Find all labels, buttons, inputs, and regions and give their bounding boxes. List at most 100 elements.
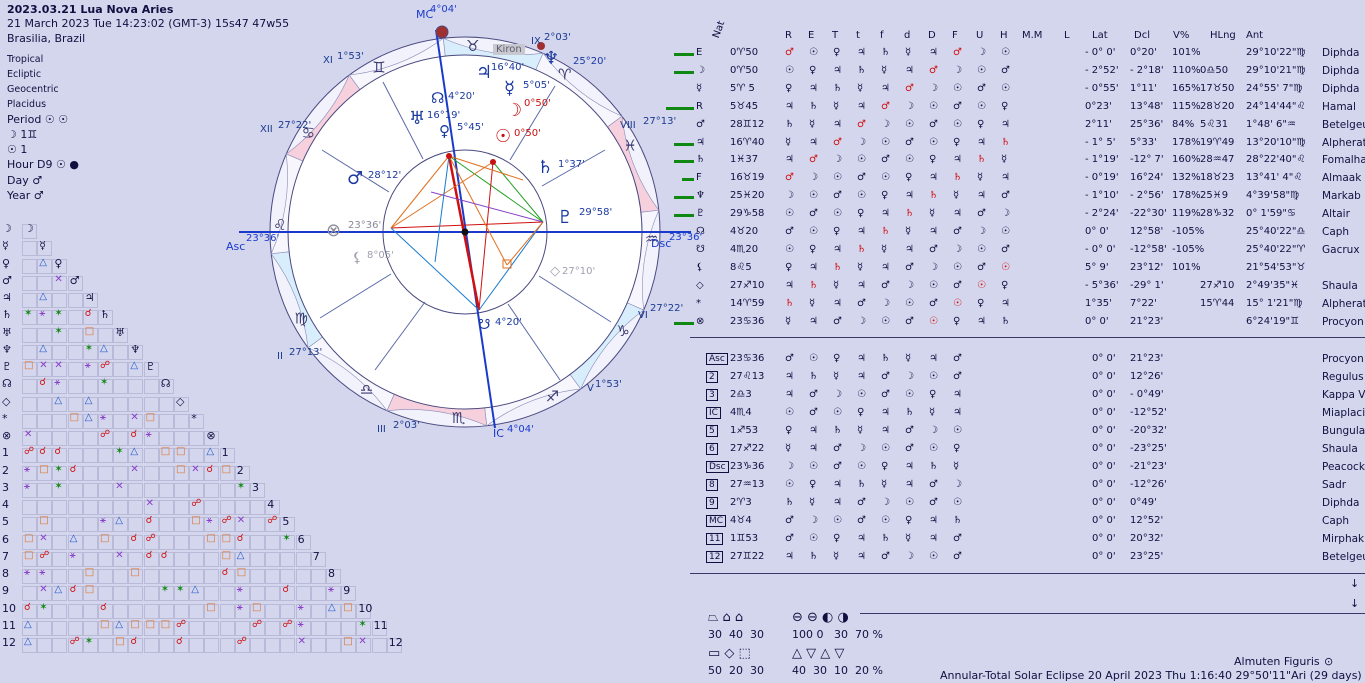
house-dignity-icon: ♃ [857,551,866,562]
scroll-down2-icon[interactable]: ↓ [1350,597,1359,610]
aspect-icon: △ [100,342,108,354]
strength-bar [674,142,694,146]
aspect-icon: ☌ [221,567,229,578]
planet-glyph-icon[interactable]: ♇ [557,207,573,228]
dignity-icon: ☿ [857,261,864,273]
grid-cell [310,569,326,584]
row-position: 4♏20 [730,243,759,255]
row-position: 5♈ 5 [730,82,755,94]
row-velocity: 119% [1172,208,1201,220]
grid-cell [310,620,326,636]
grid-cell [67,310,83,326]
house-dignity-icon: ☿ [905,533,912,544]
aspect-icon: ⚹ [206,515,213,527]
grid-cell [67,396,83,412]
planet-glyph-icon[interactable]: ☽ [506,100,522,121]
row-position: 1♓37 [730,154,759,166]
grid-diagonal-label: ☊ [160,377,171,391]
row-position: 0♈50 [730,47,759,58]
planet-glyph-icon[interactable]: ♆ [543,48,559,69]
grid-diagonal-label: ☿ [39,239,46,253]
table-header: Dcl [1134,30,1150,41]
dignity-icon: ☉ [953,297,962,309]
dignity-icon: ♀ [833,226,841,237]
row-declination: 16°24' [1130,172,1164,184]
day-mars-icon: ♂ [32,174,43,187]
house-row-position: 4♏4 [730,407,752,418]
aspect-icon: △ [191,584,199,596]
planet-glyph-icon[interactable]: ♅ [409,108,425,129]
dignity-icon: ☿ [833,279,840,291]
scroll-down-icon[interactable]: ↓ [1350,577,1359,590]
house-row-latitude: 0° 0' [1092,515,1116,526]
zodiac-sign-icon: ♈ [558,66,571,84]
house-dignity-icon: ☉ [953,497,962,508]
grid-cell [113,396,129,412]
row-antiscia: 1°48' 6"♒ [1246,118,1296,130]
grid-cell [98,586,113,602]
dignity-icon: ♀ [953,315,961,327]
planet-degree: 5°05' [523,80,550,91]
planet-glyph-icon[interactable]: ☋ [478,317,490,333]
planet-glyph-icon[interactable]: ☊ [431,89,444,107]
planet-glyph-icon[interactable]: ♂ [347,168,363,189]
aspect-icon: ✕ [115,480,124,492]
planet-glyph-icon[interactable]: ☿ [504,78,515,99]
planet-glyph-icon[interactable]: ♃ [476,62,492,83]
dignity-icon: ☿ [953,190,960,202]
planet-glyph-icon[interactable]: ♀ [439,122,450,140]
strength-bar [674,321,694,325]
aspect-icon: ☍ [191,498,202,509]
dignity-icon: ♃ [809,82,818,94]
row-declination: 21°23' [1130,315,1164,327]
grid-cell [128,517,144,533]
dignity-icon: ♂ [857,172,866,184]
row-antiscia: 13°41' 4"♌ [1246,172,1303,184]
strength-bar [674,196,694,200]
aspect-icon: □ [145,411,156,423]
house-label-cusp-v-deg: 1°53' [595,379,622,390]
hour-dot-icon: ● [69,158,79,171]
planet-glyph-icon[interactable]: ⚸ [352,250,362,266]
grid-cell [265,551,281,567]
house-label-cusp-ix: IX [531,36,541,47]
grid-cell [189,638,205,653]
house-dignity-icon: ♄ [785,497,794,508]
table-header: HLng [1210,30,1236,41]
grid-cell [295,586,311,602]
grid-cell [52,534,68,550]
row-planet-icon: ◇ [696,279,704,291]
grid-cell [143,586,159,602]
planet-glyph-icon[interactable]: ☉ [495,126,511,147]
grid-cell [189,603,205,619]
triangle-icons: △ ▽ △ ▽ [792,646,845,661]
aspect-icon: ✶ [84,342,94,354]
planet-glyph-icon[interactable]: ♄ [537,157,553,178]
row-velocity: 101% [1172,47,1201,58]
house-dignity-icon: ♃ [857,533,866,544]
stats-row2b: 40 30 10 20 % [792,664,883,677]
table-header: F [952,30,958,41]
planet-glyph-icon[interactable]: ⊗ [326,220,341,241]
dignity-icon: ♄ [857,243,866,255]
aspect-icon: □ [343,636,353,647]
dignity-icon: ♄ [881,47,890,58]
grid-cell [204,482,220,498]
planet-glyph-icon[interactable]: ◇ [550,264,560,279]
grid-cell [204,638,220,653]
row-helio-lng: 25♓9 [1200,190,1229,202]
grid-row-label: ⊗ [2,429,12,442]
strength-bar [674,214,694,218]
row-antiscia: 24°55' 7"♍ [1246,82,1303,94]
house-label-cusp-vi-deg: 27°22' [650,303,684,314]
house-row-fixed-star: Shaula [1322,443,1358,455]
row-latitude: - 2°24' [1085,208,1119,220]
aspect-icon: ☌ [160,549,168,561]
aspect-icon: ☍ [282,618,293,630]
row-planet-icon: ☿ [696,82,703,94]
aspect-icon: ☍ [69,636,80,647]
row-declination: -29° 1' [1130,279,1164,291]
dignity-icon: ♂ [905,136,914,148]
table-header: E [808,30,815,41]
grid-cell [82,448,98,464]
